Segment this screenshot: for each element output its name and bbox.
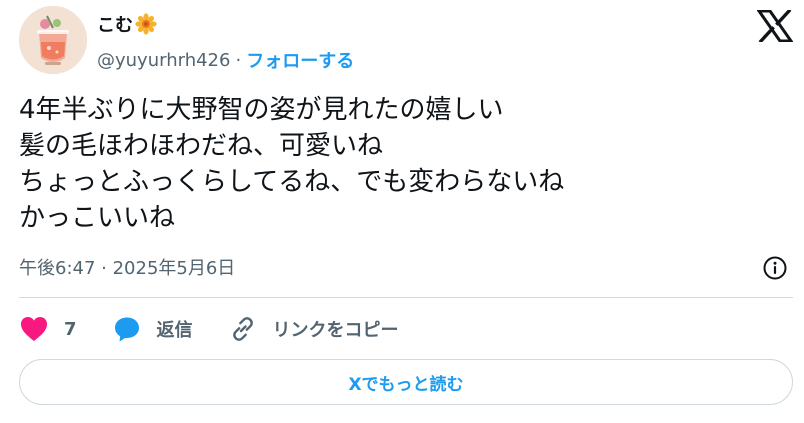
copy-link-label: リンクをコピー <box>272 320 399 341</box>
author-handle-row: @yuyurhrh426 · フォローする <box>97 47 354 73</box>
tweet-text: 4年半ぶりに大野智の姿が見れたの嬉しい 髪の毛ほわほわだね、可愛いね ちょっとふ… <box>19 92 739 236</box>
info-icon[interactable] <box>762 255 788 281</box>
action-bar: 7 返信 リンクをコピー <box>19 312 399 346</box>
read-more-button[interactable]: Xでもっと読む <box>19 359 793 405</box>
author-display-name[interactable]: こむ <box>97 11 133 37</box>
link-icon <box>232 317 253 341</box>
reply-button[interactable]: 返信 <box>113 315 193 343</box>
tweet-line: 4年半ぶりに大野智の姿が見れたの嬉しい <box>19 95 504 125</box>
avatar[interactable] <box>19 6 87 74</box>
divider <box>19 297 793 298</box>
reply-label: 返信 <box>156 320 193 341</box>
follow-button[interactable]: フォローする <box>246 47 354 73</box>
tweet-timestamp[interactable]: 午後6:47 · 2025年5月6日 <box>19 254 235 280</box>
reply-bubble-icon <box>114 317 139 342</box>
like-count: 7 <box>64 318 77 340</box>
author-handle[interactable]: @yuyurhrh426 <box>97 50 230 71</box>
copy-link-button[interactable]: リンクをコピー <box>229 315 399 343</box>
tweet-line: かっこいいね <box>19 203 176 233</box>
tweet-line: 髪の毛ほわほわだね、可愛いね <box>19 131 384 161</box>
like-button[interactable]: 7 <box>19 315 77 343</box>
heart-icon <box>21 317 47 341</box>
x-logo-icon[interactable] <box>756 8 794 44</box>
read-more-label: Xでもっと読む <box>348 374 464 395</box>
tweet-line: ちょっとふっくらしてるね、でも変わらないね <box>19 167 565 197</box>
separator-dot: · <box>235 49 242 71</box>
drink-avatar-icon <box>19 6 87 74</box>
sunflower-icon <box>135 13 157 35</box>
author-name-row: こむ <box>97 11 157 37</box>
